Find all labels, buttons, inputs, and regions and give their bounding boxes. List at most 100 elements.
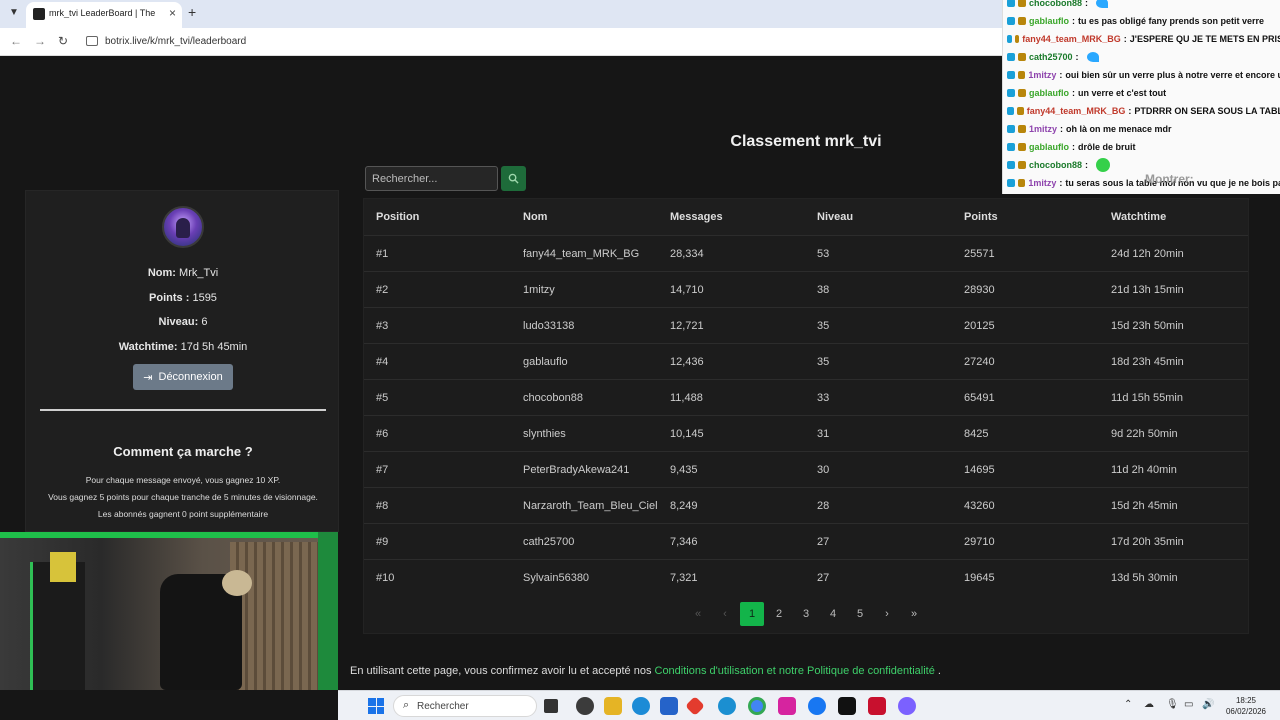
table-cell: #5 [376, 391, 389, 404]
profile-points: Points : 1595 [149, 292, 217, 304]
cloud-icon[interactable]: ☁ [1144, 699, 1154, 710]
store-icon[interactable] [660, 697, 678, 715]
page-button-5[interactable]: 5 [848, 602, 872, 626]
reload-icon[interactable]: ↻ [58, 34, 68, 48]
first-page-icon[interactable]: « [686, 602, 710, 626]
badge-icon [1007, 17, 1015, 25]
table-cell: 31 [817, 427, 830, 440]
page-button-2[interactable]: 2 [767, 602, 791, 626]
chat-message: chocobon88: [1007, 156, 1280, 174]
terms-link[interactable]: Conditions d'utilisation et notre Politi… [655, 665, 935, 677]
app-icon[interactable] [868, 697, 886, 715]
page-title: Classement mrk_tvi [730, 133, 882, 150]
badge-icon [1007, 89, 1015, 97]
profile-watchtime: Watchtime: 17d 5h 45min [118, 341, 248, 353]
facebook-icon[interactable] [808, 697, 826, 715]
microphone-icon[interactable]: 🎙 [1166, 699, 1179, 710]
tray-chevron-icon[interactable]: ⌃ [1124, 699, 1132, 710]
app-icon[interactable] [685, 696, 705, 716]
table-header: Position Nom Messages Niveau Points Watc… [364, 199, 1248, 235]
badge-icon [1007, 53, 1015, 61]
how-it-works-line: Pour chaque message envoyé, vous gagnez … [85, 475, 281, 485]
instagram-icon[interactable] [778, 697, 796, 715]
chat-username: gablauflo [1029, 16, 1069, 26]
taskbar-search[interactable]: ⌕ Rechercher [393, 695, 537, 717]
site-info-icon[interactable] [86, 36, 98, 46]
windows-start-icon[interactable] [368, 698, 384, 714]
tiktok-icon[interactable] [838, 697, 856, 715]
app-icon[interactable] [576, 697, 594, 715]
table-cell: #1 [376, 247, 389, 260]
back-icon[interactable]: ← [10, 34, 22, 48]
table-cell: 18d 23h 45min [1111, 355, 1184, 368]
edge-icon[interactable] [632, 697, 650, 715]
column-header[interactable]: Messages [658, 211, 805, 223]
task-view-icon[interactable] [544, 699, 558, 713]
chat-username: gablauflo [1029, 142, 1069, 152]
column-header[interactable]: Watchtime [1099, 211, 1248, 223]
column-header[interactable]: Position [364, 211, 511, 223]
logout-icon: ⇥ [143, 371, 153, 384]
app-icon[interactable] [718, 697, 736, 715]
chat-username: chocobon88 [1029, 160, 1083, 170]
table-cell: #2 [376, 283, 389, 296]
column-header[interactable]: Niveau [805, 211, 952, 223]
taskbar: ⌕ Rechercher ⌃ ☁ 🎙 ▭ 🔊 18:25 06/02/2026 [338, 690, 1280, 720]
chat-username: 1mitzy [1029, 124, 1058, 134]
chrome-icon[interactable] [748, 697, 766, 715]
table-cell: 11d 15h 55min [1111, 391, 1183, 404]
table-row: #7 PeterBradyAkewa241 9,435 30 14695 11d 2h 4… [364, 451, 1248, 487]
badge-icon [1007, 143, 1015, 151]
url-field[interactable]: botrix.live/k/mrk_tvi/leaderboard [105, 36, 246, 47]
browser-tab[interactable]: mrk_tvi LeaderBoard | The best × [26, 2, 182, 28]
new-tab-icon[interactable]: + [188, 4, 196, 20]
table-cell: 12,721 [670, 319, 704, 332]
table-cell: 7,346 [670, 535, 698, 548]
chat-message: fany44_team_MRK_BG: PTDRRR ON SERA SOUS L… [1007, 102, 1280, 120]
table-cell: #9 [376, 535, 389, 548]
chat-text: oui bien sûr un verre plus à notre verre… [1065, 70, 1280, 80]
last-page-icon[interactable]: » [902, 602, 926, 626]
forward-icon[interactable]: → [34, 34, 46, 48]
table-cell: 28930 [964, 283, 995, 296]
footer-notice: En utilisant cette page, vous confirmez … [350, 665, 941, 677]
chat-text: PTDRRR ON SERA SOUS LA TABL [1134, 106, 1280, 116]
table-cell: 9d 22h 50min [1111, 427, 1178, 440]
next-page-icon[interactable]: › [875, 602, 899, 626]
file-explorer-icon[interactable] [604, 697, 622, 715]
chat-message: chocobon88: [1007, 0, 1280, 12]
profile-level: Niveau: 6 [158, 316, 208, 328]
table-cell: ludo33138 [523, 319, 575, 332]
chat-message: 1mitzy: oh là on me menace mdr [1007, 120, 1280, 138]
page-button-1[interactable]: 1 [740, 602, 764, 626]
table-cell: 27240 [964, 355, 995, 368]
how-it-works-line: Les abonnés gagnent 0 point supplémentai… [97, 509, 269, 519]
badge-icon [1018, 0, 1026, 7]
network-icon[interactable]: ▭ [1184, 699, 1193, 710]
table-cell: 38 [817, 283, 830, 296]
page-button-4[interactable]: 4 [821, 602, 845, 626]
table-cell: #7 [376, 463, 389, 476]
search-input[interactable] [365, 166, 498, 191]
clock[interactable]: 18:25 06/02/2026 [1216, 695, 1276, 717]
volume-icon[interactable]: 🔊 [1202, 699, 1214, 710]
table-cell: 7,321 [670, 571, 698, 584]
column-header[interactable]: Points [952, 211, 1099, 223]
badge-icon [1018, 161, 1026, 169]
search-button[interactable] [501, 166, 526, 191]
favicon-icon [33, 8, 45, 20]
chat-message: gablauflo: drôle de bruit [1007, 138, 1280, 156]
pagination: « ‹ 1 2 3 4 5 › » [364, 599, 1248, 627]
tab-list-chevron-icon[interactable]: ▼ [6, 7, 22, 21]
page-button-3[interactable]: 3 [794, 602, 818, 626]
logout-button[interactable]: ⇥ Déconnexion [133, 364, 233, 390]
chat-message: gablauflo: un verre et c'est tout [1007, 84, 1280, 102]
prev-page-icon[interactable]: ‹ [713, 602, 737, 626]
badge-icon [1007, 0, 1015, 7]
table-cell: 1mitzy [523, 283, 555, 296]
table-cell: 15d 23h 50min [1111, 319, 1184, 332]
discord-icon[interactable] [898, 697, 916, 715]
column-header[interactable]: Nom [511, 211, 658, 223]
table-cell: 27 [817, 535, 830, 548]
tab-close-icon[interactable]: × [169, 6, 176, 20]
